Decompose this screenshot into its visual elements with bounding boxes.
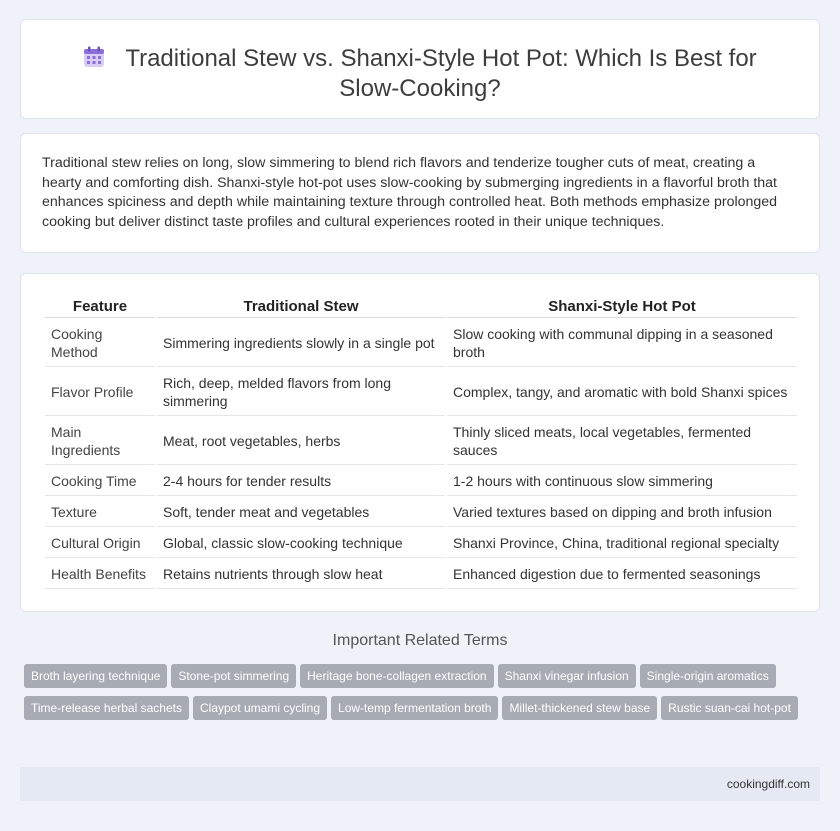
table-cell: Cooking Time xyxy=(45,467,155,496)
term-tag[interactable]: Time-release herbal sachets xyxy=(24,696,189,720)
term-tag[interactable]: Broth layering technique xyxy=(24,664,168,688)
term-tag[interactable]: Heritage bone-collagen extraction xyxy=(300,664,494,688)
intro-card: Traditional stew relies on long, slow si… xyxy=(20,133,820,253)
related-terms-tags: Broth layering technique Stone-pot simme… xyxy=(24,664,824,728)
table-cell: Health Benefits xyxy=(45,560,155,589)
table-header: Feature xyxy=(45,296,155,318)
term-tag[interactable]: Single-origin aromatics xyxy=(639,664,776,688)
table-cell: Rich, deep, melded flavors from long sim… xyxy=(157,369,445,416)
table-cell: Simmering ingredients slowly in a single… xyxy=(157,320,445,367)
table-cell: Complex, tangy, and aromatic with bold S… xyxy=(447,369,797,416)
table-cell: Cultural Origin xyxy=(45,529,155,558)
table-cell: Thinly sliced meats, local vegetables, f… xyxy=(447,418,797,465)
term-tag[interactable]: Millet-thickened stew base xyxy=(502,696,658,720)
table-header-row: Feature Traditional Stew Shanxi-Style Ho… xyxy=(45,296,797,318)
table-row: Texture Soft, tender meat and vegetables… xyxy=(45,498,797,527)
table-cell: Shanxi Province, China, traditional regi… xyxy=(447,529,797,558)
page-title: Traditional Stew vs. Shanxi-Style Hot Po… xyxy=(21,44,819,104)
comparison-card: Feature Traditional Stew Shanxi-Style Ho… xyxy=(20,273,820,612)
term-tag[interactable]: Stone-pot simmering xyxy=(171,664,297,688)
term-tag[interactable]: Shanxi vinegar infusion xyxy=(497,664,636,688)
table-cell: 1-2 hours with continuous slow simmering xyxy=(447,467,797,496)
footer: cookingdiff.com xyxy=(20,767,820,801)
table-cell: Enhanced digestion due to fermented seas… xyxy=(447,560,797,589)
term-tag[interactable]: Claypot umami cycling xyxy=(192,696,328,720)
table-row: Health Benefits Retains nutrients throug… xyxy=(45,560,797,589)
table-cell: Slow cooking with communal dipping in a … xyxy=(447,320,797,367)
table-cell: Meat, root vegetables, herbs xyxy=(157,418,445,465)
page-title-text: Traditional Stew vs. Shanxi-Style Hot Po… xyxy=(125,45,757,102)
table-cell: Texture xyxy=(45,498,155,527)
table-row: Main Ingredients Meat, root vegetables, … xyxy=(45,418,797,465)
table-cell: Main Ingredients xyxy=(45,418,155,465)
table-cell: Global, classic slow-cooking technique xyxy=(157,529,445,558)
calendar-icon xyxy=(84,46,105,67)
intro-text: Traditional stew relies on long, slow si… xyxy=(42,155,778,230)
table-row: Flavor Profile Rich, deep, melded flavor… xyxy=(45,369,797,416)
header-card: Traditional Stew vs. Shanxi-Style Hot Po… xyxy=(20,19,820,119)
table-row: Cultural Origin Global, classic slow-coo… xyxy=(45,529,797,558)
table-row: Cooking Time 2-4 hours for tender result… xyxy=(45,467,797,496)
table-cell: Varied textures based on dipping and bro… xyxy=(447,498,797,527)
table-cell: Retains nutrients through slow heat xyxy=(157,560,445,589)
table-cell: Flavor Profile xyxy=(45,369,155,416)
table-row: Cooking Method Simmering ingredients slo… xyxy=(45,320,797,367)
comparison-table: Feature Traditional Stew Shanxi-Style Ho… xyxy=(43,294,799,591)
term-tag[interactable]: Low-temp fermentation broth xyxy=(331,696,499,720)
related-terms-title: Important Related Terms xyxy=(332,632,508,649)
table-header: Traditional Stew xyxy=(157,296,445,318)
table-cell: Soft, tender meat and vegetables xyxy=(157,498,445,527)
table-cell: 2-4 hours for tender results xyxy=(157,467,445,496)
footer-site-link[interactable]: cookingdiff.com xyxy=(727,777,810,791)
term-tag[interactable]: Rustic suan-cai hot-pot xyxy=(661,696,798,720)
table-cell: Cooking Method xyxy=(45,320,155,367)
table-header: Shanxi-Style Hot Pot xyxy=(447,296,797,318)
